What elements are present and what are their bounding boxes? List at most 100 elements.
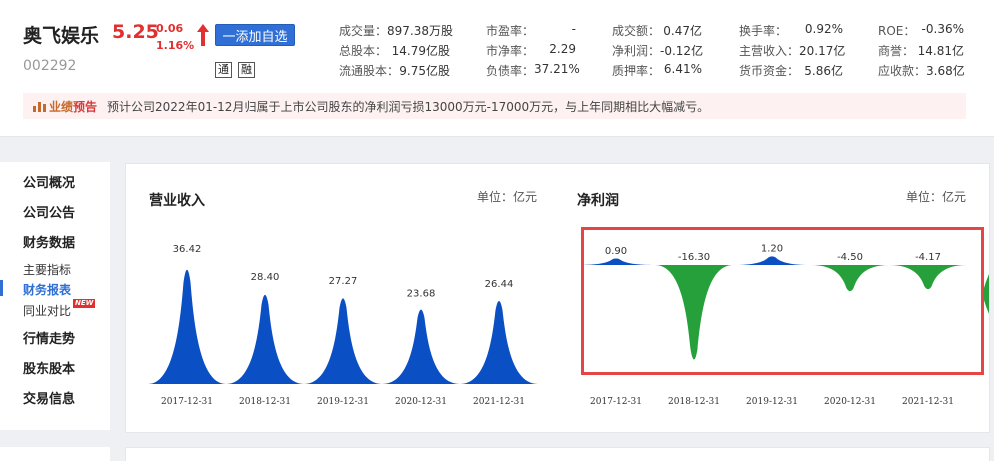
metrics-column-4: 换手率： 0.92% 主营收入： 20.17亿 货币资金： 5.86亿 [739, 22, 846, 82]
bar-chart-icon [33, 102, 46, 112]
sidebar-item-company-overview[interactable]: 公司概况 [23, 172, 75, 191]
metric-label: 负债率： [486, 64, 535, 78]
sidebar-sub-peer-comparison[interactable]: 同业对比 [23, 302, 71, 319]
revenue-value-label: 23.68 [407, 288, 436, 299]
sidebar-item-financial-data[interactable]: 财务数据 [23, 232, 75, 251]
metric-value: 6.41% [663, 62, 702, 76]
profit-category-label: 2017-12-31 [590, 397, 642, 407]
profit-peak[interactable] [733, 256, 811, 265]
revenue-category-label: 2017-12-31 [161, 397, 213, 407]
metric-label: 净利润： [612, 44, 661, 58]
connect-flag[interactable]: 通 [215, 62, 232, 78]
metric-label: 货币资金： [739, 64, 800, 78]
sidebar-sub-key-indicators[interactable]: 主要指标 [23, 261, 71, 278]
metric-value: 37.21% [534, 62, 580, 76]
revenue-category-label: 2019-12-31 [317, 397, 369, 407]
sidebar-item-market-trend[interactable]: 行情走势 [23, 328, 75, 347]
metric-label: 主营收入： [739, 44, 800, 58]
revenue-peak[interactable] [460, 301, 538, 384]
metric-label: 质押率： [612, 64, 661, 78]
metric-value: - [571, 22, 576, 36]
profit-peak[interactable] [811, 265, 889, 292]
metric-label: 总股本： [339, 44, 388, 58]
margin-flag[interactable]: 融 [238, 62, 255, 78]
up-arrow-icon [197, 24, 209, 46]
metric-value: 0.47亿 [663, 24, 702, 38]
stock-price: 5.25 [112, 21, 159, 43]
revenue-value-label: 27.27 [329, 276, 358, 287]
revenue-value-label: 26.44 [485, 279, 514, 290]
metrics-column-2: 市盈率： - 市净率： 2.29 负债率： 37.21% [486, 22, 580, 82]
revenue-peak[interactable] [148, 269, 226, 384]
add-to-watchlist-button[interactable]: 一添加自选 [215, 24, 295, 46]
profit-value-label: -4.50 [837, 252, 863, 263]
profit-category-label: 2019-12-31 [746, 397, 798, 407]
sidebar-item-trading-info[interactable]: 交易信息 [23, 388, 75, 407]
profit-peak[interactable] [584, 258, 655, 265]
sidebar-item-shareholders[interactable]: 股东股本 [23, 358, 75, 377]
metric-value: 9.75亿股 [399, 64, 450, 78]
metric-label: 成交额： [612, 24, 661, 38]
net-profit-chart: 0.90 2017-12-31 -16.30 2018-12-31 1.20 2019-1… [584, 243, 967, 407]
revenue-value-label: 28.40 [251, 272, 280, 283]
stock-change-percent: 1.16% [156, 39, 195, 52]
revenue-peak[interactable] [304, 298, 382, 384]
revenue-chart-title: 营业收入 [149, 193, 205, 209]
profit-chart-unit: 单位：亿元 [906, 190, 967, 204]
profit-value-label: -16.30 [678, 252, 710, 263]
profit-peak[interactable] [655, 265, 733, 360]
revenue-chart-unit: 单位：亿元 [477, 190, 538, 204]
metric-value: 14.81亿 [917, 44, 964, 58]
new-badge: NEW [73, 299, 96, 308]
financial-charts-panel: 营业收入 单位：亿元 36.42 2017-12-31 28.40 2018-12-3… [125, 163, 990, 433]
profit-value-label: 0.90 [605, 246, 627, 257]
metrics-column-5: ROE： -0.36% 商誉： 14.81亿 应收款： 3.68亿 [878, 22, 965, 82]
sidebar-nav: 公司概况 公司公告 财务数据 主要指标 财务报表 同业对比 NEW 行情走势 股… [0, 162, 110, 430]
profit-peak[interactable] [889, 265, 967, 290]
next-panel [125, 447, 990, 461]
metric-value: -0.12亿 [660, 44, 704, 58]
badge-main-text: 业绩 [49, 99, 74, 114]
revenue-category-label: 2018-12-31 [239, 397, 291, 407]
metrics-column-1: 成交量： 897.38万股 总股本： 14.79亿股 流通股本： 9.75亿股 [339, 22, 454, 82]
stock-code: 002292 [23, 58, 77, 74]
stock-change: 0.06 [156, 22, 184, 35]
metric-label: 商誉： [878, 44, 915, 58]
profit-category-label: 2020-12-31 [824, 397, 876, 407]
notice-text: 预计公司2022年01-12月归属于上市公司股东的净利润亏损13000万元-17… [107, 99, 710, 114]
metric-value: 0.92% [804, 22, 843, 36]
revenue-chart: 36.42 2017-12-31 28.40 2018-12-31 27.27 2019-… [148, 244, 538, 407]
metric-label: 市净率： [486, 44, 535, 58]
sidebar-sub-financial-statements[interactable]: 财务报表 [23, 281, 71, 298]
profit-category-label: 2021-12-31 [902, 397, 954, 407]
sidebar-item-announcements[interactable]: 公司公告 [23, 202, 75, 221]
metric-label: ROE： [878, 24, 916, 38]
revenue-value-label: 36.42 [173, 244, 202, 255]
metric-label: 应收款： [878, 64, 927, 78]
revenue-peak[interactable] [226, 294, 304, 384]
metric-label: 成交量： [339, 24, 388, 38]
revenue-category-label: 2020-12-31 [395, 397, 447, 407]
revenue-peak[interactable] [382, 309, 460, 384]
metric-label: 市盈率： [486, 24, 535, 38]
stock-header: 奥飞娱乐 5.25 0.06 1.16% 一添加自选 002292 通 融 成交… [0, 0, 994, 137]
metrics-column-3: 成交额： 0.47亿 净利润： -0.12亿 质押率： 6.41% [612, 22, 704, 82]
metric-value: 14.79亿股 [391, 44, 450, 58]
metric-value: 20.17亿 [799, 44, 846, 58]
earnings-forecast-badge: 业绩 预告 [33, 98, 97, 115]
revenue-category-label: 2021-12-31 [473, 397, 525, 407]
profit-chart-title: 净利润 [577, 193, 619, 209]
profit-value-label: 1.20 [761, 243, 783, 254]
metric-value: -0.36% [921, 22, 964, 36]
stock-name: 奥飞娱乐 [23, 25, 100, 47]
active-indicator [0, 280, 3, 296]
metric-value: 2.29 [549, 42, 576, 56]
metric-value: 897.38万股 [387, 24, 454, 38]
profit-value-label: -4.17 [915, 252, 941, 263]
metric-value: 3.68亿 [926, 64, 965, 78]
metric-value: 5.86亿 [804, 64, 843, 78]
metric-label: 换手率： [739, 24, 788, 38]
earnings-forecast-notice[interactable]: 业绩 预告 预计公司2022年01-12月归属于上市公司股东的净利润亏损13000… [23, 93, 966, 119]
sidebar-footer [0, 447, 110, 461]
next-chart-edge [983, 274, 989, 314]
